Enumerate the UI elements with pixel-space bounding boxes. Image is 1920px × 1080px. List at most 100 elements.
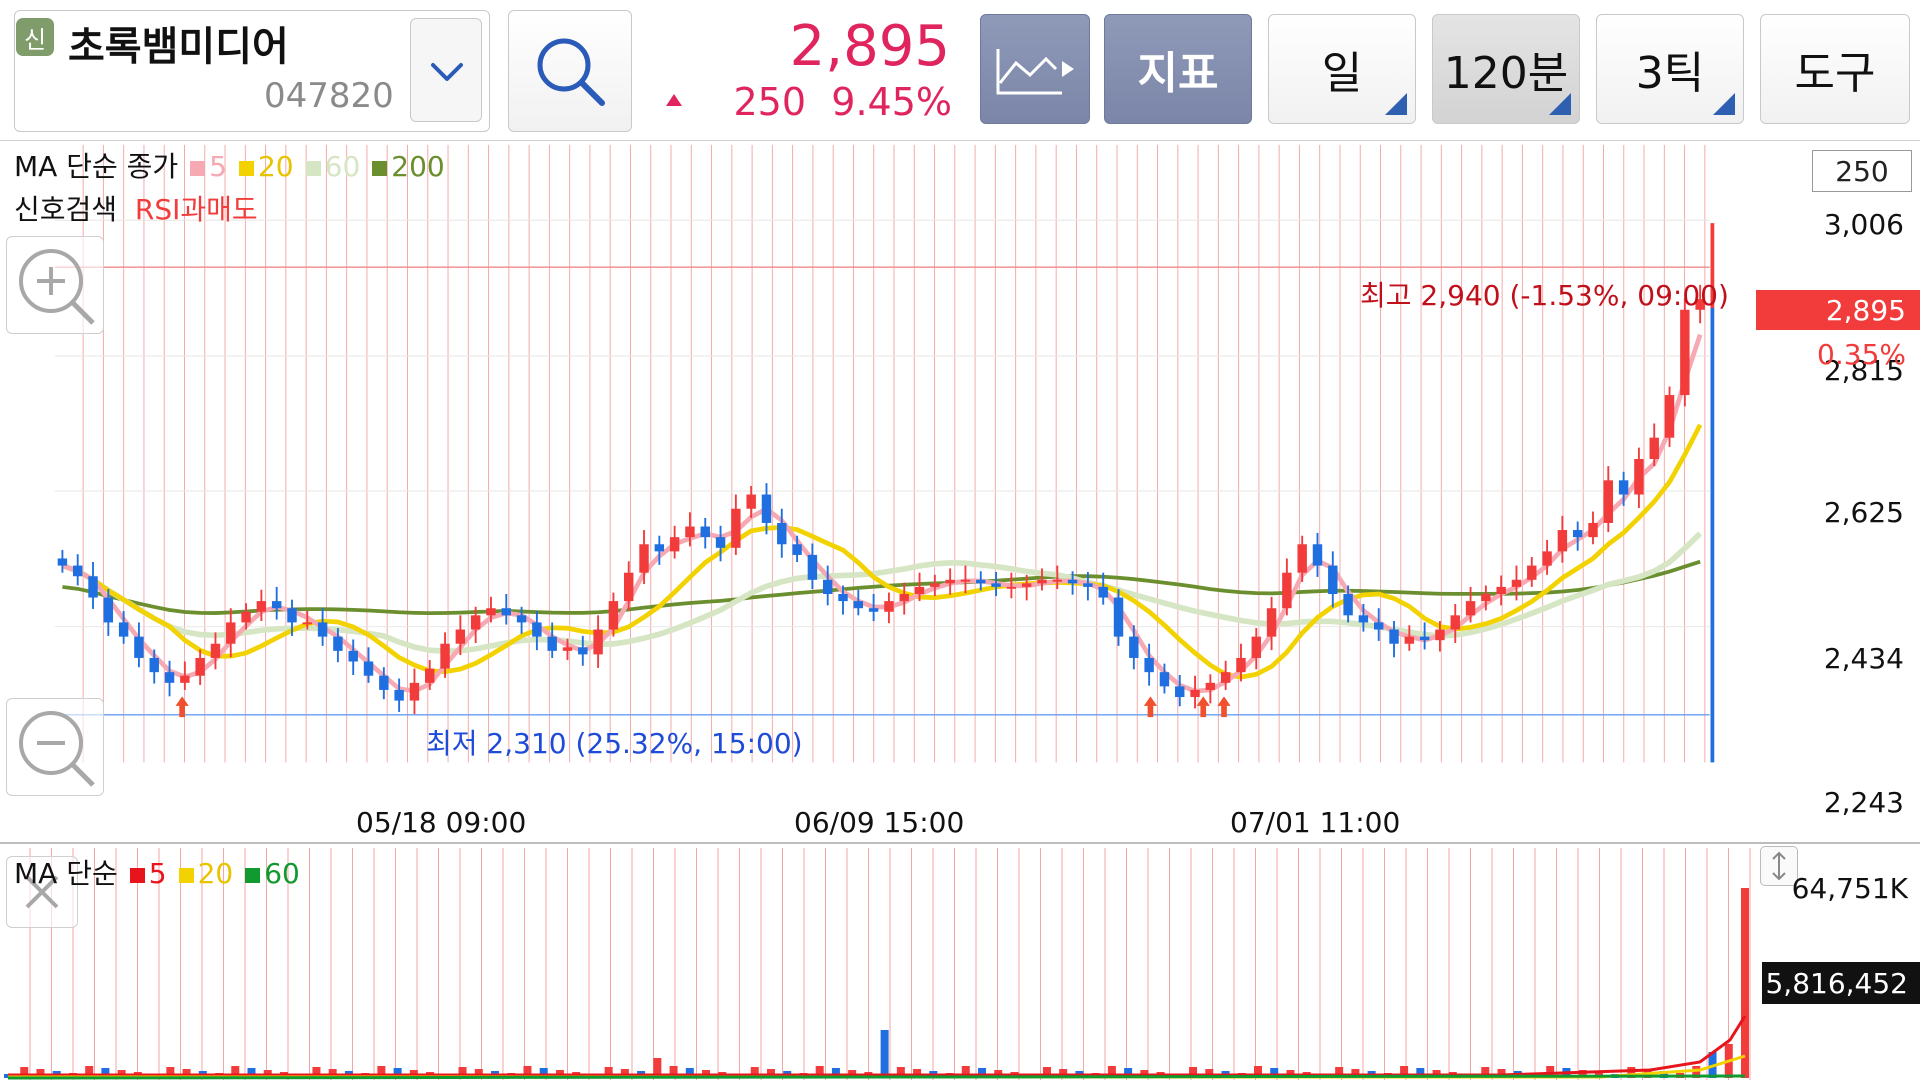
corner-triangle-icon: [1385, 93, 1407, 115]
candle: [164, 672, 175, 683]
period-day-button[interactable]: 일: [1268, 14, 1416, 124]
candle: [792, 544, 802, 555]
candle: [516, 615, 527, 623]
x-tick: 07/01 11:00: [1230, 806, 1401, 839]
price-chart[interactable]: [0, 142, 1920, 802]
candle: [1190, 689, 1200, 698]
tools-button[interactable]: 도구: [1760, 14, 1910, 124]
candle: [379, 675, 389, 690]
candle: [118, 622, 129, 637]
period-day-label: 일: [1321, 48, 1363, 99]
candle: [1205, 682, 1216, 690]
candle: [761, 494, 772, 523]
candle: [1542, 551, 1552, 566]
candle: [1481, 594, 1491, 602]
legend-swatch: [245, 867, 261, 883]
candle: [1465, 601, 1476, 616]
candle: [715, 537, 726, 548]
legend-swatch: [129, 867, 145, 883]
candle: [1419, 636, 1430, 641]
candle: [394, 689, 404, 701]
candle: [1527, 565, 1537, 580]
signal-name: RSI과매도: [134, 193, 258, 226]
candle: [1634, 458, 1644, 495]
candle: [1511, 579, 1522, 587]
candle: [149, 657, 159, 673]
candle: [226, 622, 236, 644]
candle: [654, 544, 665, 552]
candle: [1159, 672, 1170, 687]
candle: [409, 682, 420, 701]
zoom-in-icon: [19, 249, 95, 325]
candle: [1649, 437, 1659, 459]
period-120min-button[interactable]: 120분: [1432, 14, 1580, 124]
period-tick-button[interactable]: 3틱: [1596, 14, 1744, 124]
volume-ma-legend: MA 단순 5 20 60: [14, 852, 300, 892]
candle: [256, 601, 267, 612]
panel-divider[interactable]: [0, 842, 1920, 844]
line-chart-icon: [996, 49, 1074, 95]
stock-name[interactable]: 초록뱀미디어: [68, 14, 289, 72]
candle: [746, 494, 756, 509]
chart-type-button[interactable]: [980, 14, 1090, 124]
candle: [1435, 629, 1445, 641]
candle: [1588, 522, 1598, 538]
candle: [501, 608, 511, 616]
candle: [731, 508, 741, 548]
candle: [1006, 586, 1017, 589]
y-tick: 2,625: [1823, 496, 1904, 529]
legend-ma20: 20: [257, 150, 294, 183]
zoom-out-button[interactable]: [6, 698, 104, 796]
current-price-tag: 2,895: [1756, 290, 1920, 330]
signal-arrow-icon: [1217, 696, 1231, 718]
vol-ma5-line: [8, 1015, 1747, 1077]
candle: [470, 615, 481, 630]
corner-triangle-icon: [1549, 93, 1571, 115]
price-change: 250: [733, 80, 806, 124]
candle: [669, 537, 680, 552]
volume-bar: [880, 1030, 889, 1078]
signal-arrow-icon: [1143, 696, 1158, 718]
candle: [1343, 594, 1353, 616]
zoom-in-button[interactable]: [6, 236, 104, 334]
candle: [853, 601, 864, 609]
indicator-button[interactable]: 지표: [1104, 14, 1252, 124]
candle: [1098, 586, 1108, 598]
price-unit-box[interactable]: 250: [1812, 150, 1912, 192]
legend-ma5: 5: [148, 857, 167, 890]
candle: [88, 576, 98, 598]
stock-code: 047820: [264, 76, 394, 116]
candle: [317, 622, 328, 637]
low-price-label: 최저 2,310 (25.32%, 15:00): [426, 727, 803, 760]
candle: [440, 643, 450, 669]
search-button[interactable]: [508, 10, 632, 132]
candle: [991, 583, 1001, 587]
y-tick: 2,243: [1823, 786, 1904, 819]
current-volume-tag: 5,816,452: [1762, 962, 1920, 1004]
credit-badge: 신: [16, 18, 54, 56]
x-tick: 05/18 09:00: [356, 806, 527, 839]
candle: [1664, 395, 1675, 438]
price-change-percent: 9.45%: [831, 80, 952, 124]
stock-dropdown-button[interactable]: [410, 18, 482, 122]
legend-swatch: [305, 160, 321, 176]
zoom-out-icon: [19, 711, 95, 787]
candle: [838, 594, 848, 602]
candle: [1220, 672, 1231, 683]
candle: [1328, 565, 1338, 595]
y-tick: 3,006: [1823, 208, 1904, 241]
candle: [455, 629, 466, 644]
candle: [1037, 579, 1047, 584]
candle: [425, 668, 435, 683]
period-min-label: 120분: [1443, 48, 1569, 99]
candle: [1067, 579, 1078, 584]
x-tick: 06/09 15:00: [794, 806, 965, 839]
candle: [271, 601, 282, 609]
candle: [57, 558, 68, 566]
candle: [1266, 608, 1277, 637]
candle: [1450, 615, 1460, 630]
candle: [578, 647, 588, 655]
candle: [348, 650, 358, 662]
high-price-label: 최고 2,940 (-1.53%, 09:00): [1360, 279, 1729, 312]
candle: [1297, 544, 1307, 573]
